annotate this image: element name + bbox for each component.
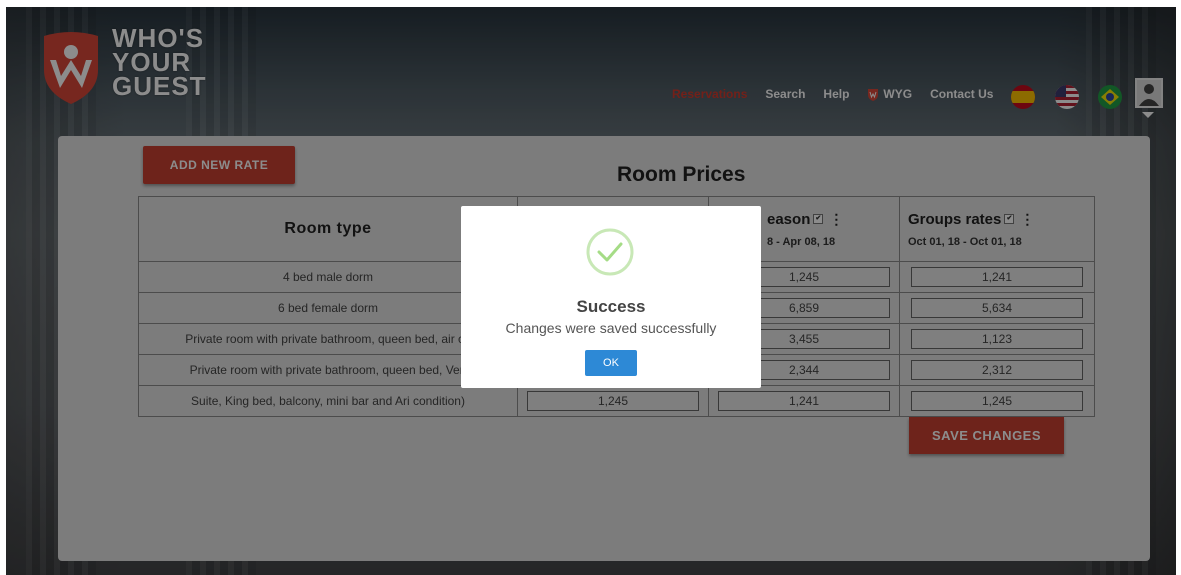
page-border (0, 0, 1181, 7)
success-dialog: Success Changes were saved successfully … (461, 206, 761, 388)
success-check-icon (586, 228, 634, 276)
page-border (0, 0, 6, 575)
page-border (1176, 0, 1181, 575)
dialog-title: Success (576, 297, 646, 316)
ok-button[interactable]: OK (585, 350, 637, 376)
dialog-message: Changes were saved successfully (505, 320, 717, 336)
